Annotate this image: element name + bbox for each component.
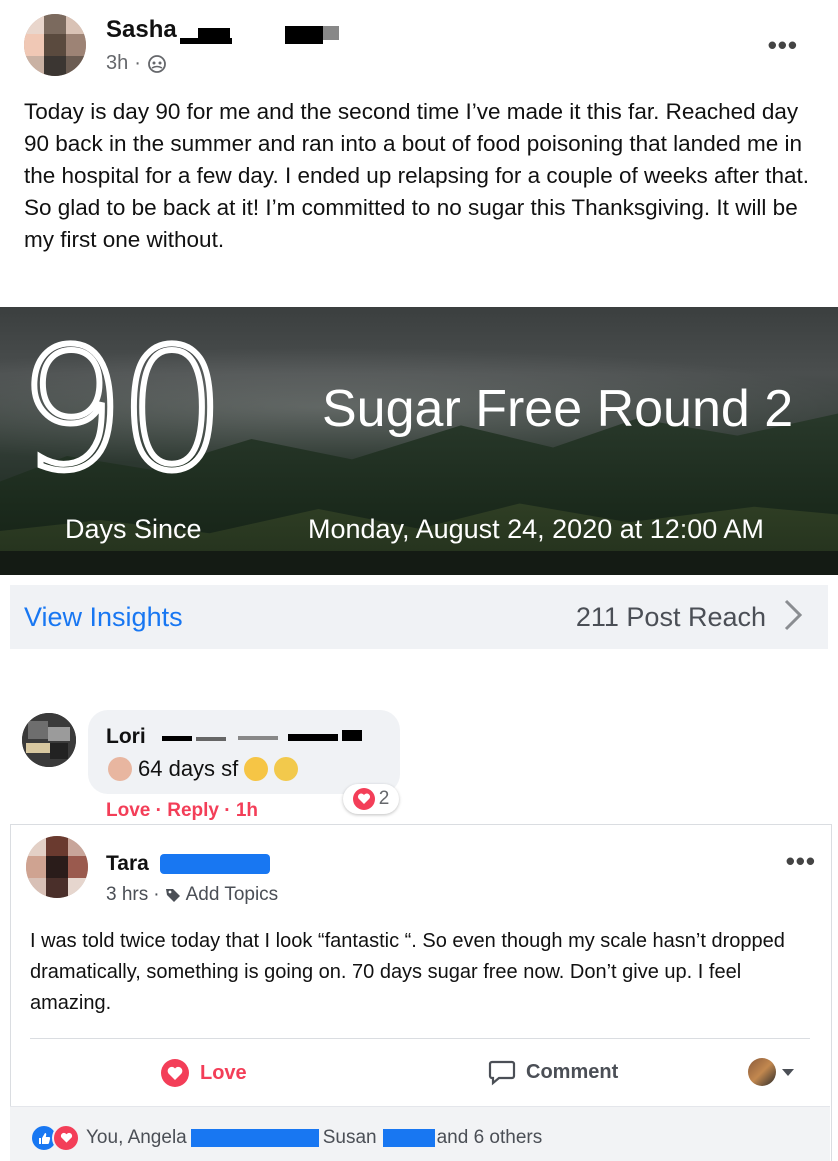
comment-author[interactable]: Lori <box>106 725 146 749</box>
woman-raising-hand-emoji <box>108 757 132 781</box>
comment-reactions[interactable]: 2 <box>343 784 399 814</box>
comment-avatar[interactable] <box>22 713 76 767</box>
reaction-names: You, Angela <box>86 1127 187 1148</box>
love-icon <box>161 1059 189 1087</box>
redaction <box>323 26 339 40</box>
comment-bubble: Lori 64 days sf <box>88 710 400 794</box>
post-text: I was told twice today that I look “fant… <box>30 930 785 1014</box>
redaction <box>196 737 226 741</box>
redaction <box>160 854 270 874</box>
redaction <box>285 26 323 44</box>
post-meta: 3h · <box>106 52 167 75</box>
view-insights-link[interactable]: View Insights <box>24 602 183 633</box>
love-label: Love <box>200 1061 247 1084</box>
days-counter: 90 <box>15 312 229 508</box>
divider <box>30 1038 810 1039</box>
comment-actions[interactable]: Love · Reply · 1h <box>106 800 258 820</box>
redaction <box>288 734 338 741</box>
post-image[interactable]: 90 Sugar Free Round 2 Days Since Monday,… <box>0 307 838 575</box>
comment-label: Comment <box>526 1060 619 1083</box>
avatar[interactable] <box>24 14 86 76</box>
redaction <box>198 28 230 44</box>
more-options-icon[interactable]: ••• <box>786 846 816 877</box>
reaction-name-susan: Susan <box>322 1127 377 1148</box>
more-options-icon[interactable]: ••• <box>768 30 798 61</box>
avatar <box>748 1058 776 1086</box>
flushed-emoji <box>244 757 269 781</box>
post-meta: 3 hrs · Add Topics <box>106 884 278 906</box>
ground-decoration <box>0 551 838 575</box>
reaction-count: 2 <box>378 788 390 809</box>
post-time[interactable]: 3 hrs <box>106 884 148 906</box>
post-author[interactable]: Sasha <box>106 16 177 44</box>
redaction <box>238 736 278 740</box>
redaction <box>162 736 192 741</box>
comment-text: 64 days sf <box>108 756 299 782</box>
group-privacy-icon <box>148 54 166 73</box>
redaction <box>342 730 362 741</box>
reaction-others: and 6 others <box>436 1127 543 1148</box>
separator: · <box>134 52 141 74</box>
chevron-right-icon[interactable] <box>782 597 806 633</box>
add-topics-link[interactable]: Add Topics <box>186 884 279 906</box>
post-author[interactable]: Tara <box>106 852 149 876</box>
post-text: Today is day 90 for me and the second ti… <box>24 99 810 252</box>
banner-caption-right: Monday, August 24, 2020 at 12:00 AM <box>308 514 764 544</box>
redaction <box>190 1129 319 1147</box>
banner-caption-left: Days Since <box>65 514 202 544</box>
reactions-summary[interactable]: You, Angela Susan and 6 others <box>30 1124 542 1152</box>
nerd-emoji <box>274 757 299 781</box>
love-button[interactable]: Love <box>160 1058 247 1088</box>
tag-icon <box>165 889 180 902</box>
react-as-selector[interactable] <box>748 1058 794 1086</box>
redaction <box>382 1129 435 1147</box>
post-reach: 211 Post Reach <box>575 602 766 632</box>
post-time[interactable]: 3h <box>106 52 128 75</box>
avatar[interactable] <box>26 836 88 898</box>
comment-text-value: 64 days sf <box>138 756 239 781</box>
heart-icon <box>352 788 375 810</box>
comment-icon <box>488 1060 516 1086</box>
comment-love-link[interactable]: Love · Reply · 1h <box>106 800 258 820</box>
insights-bar[interactable]: View Insights 211 Post Reach <box>10 585 828 649</box>
caret-down-icon <box>782 1068 794 1076</box>
banner-title: Sugar Free Round 2 <box>322 380 794 438</box>
comment-button[interactable]: Comment <box>488 1058 618 1086</box>
separator: · <box>153 884 160 905</box>
love-icon <box>52 1124 80 1152</box>
